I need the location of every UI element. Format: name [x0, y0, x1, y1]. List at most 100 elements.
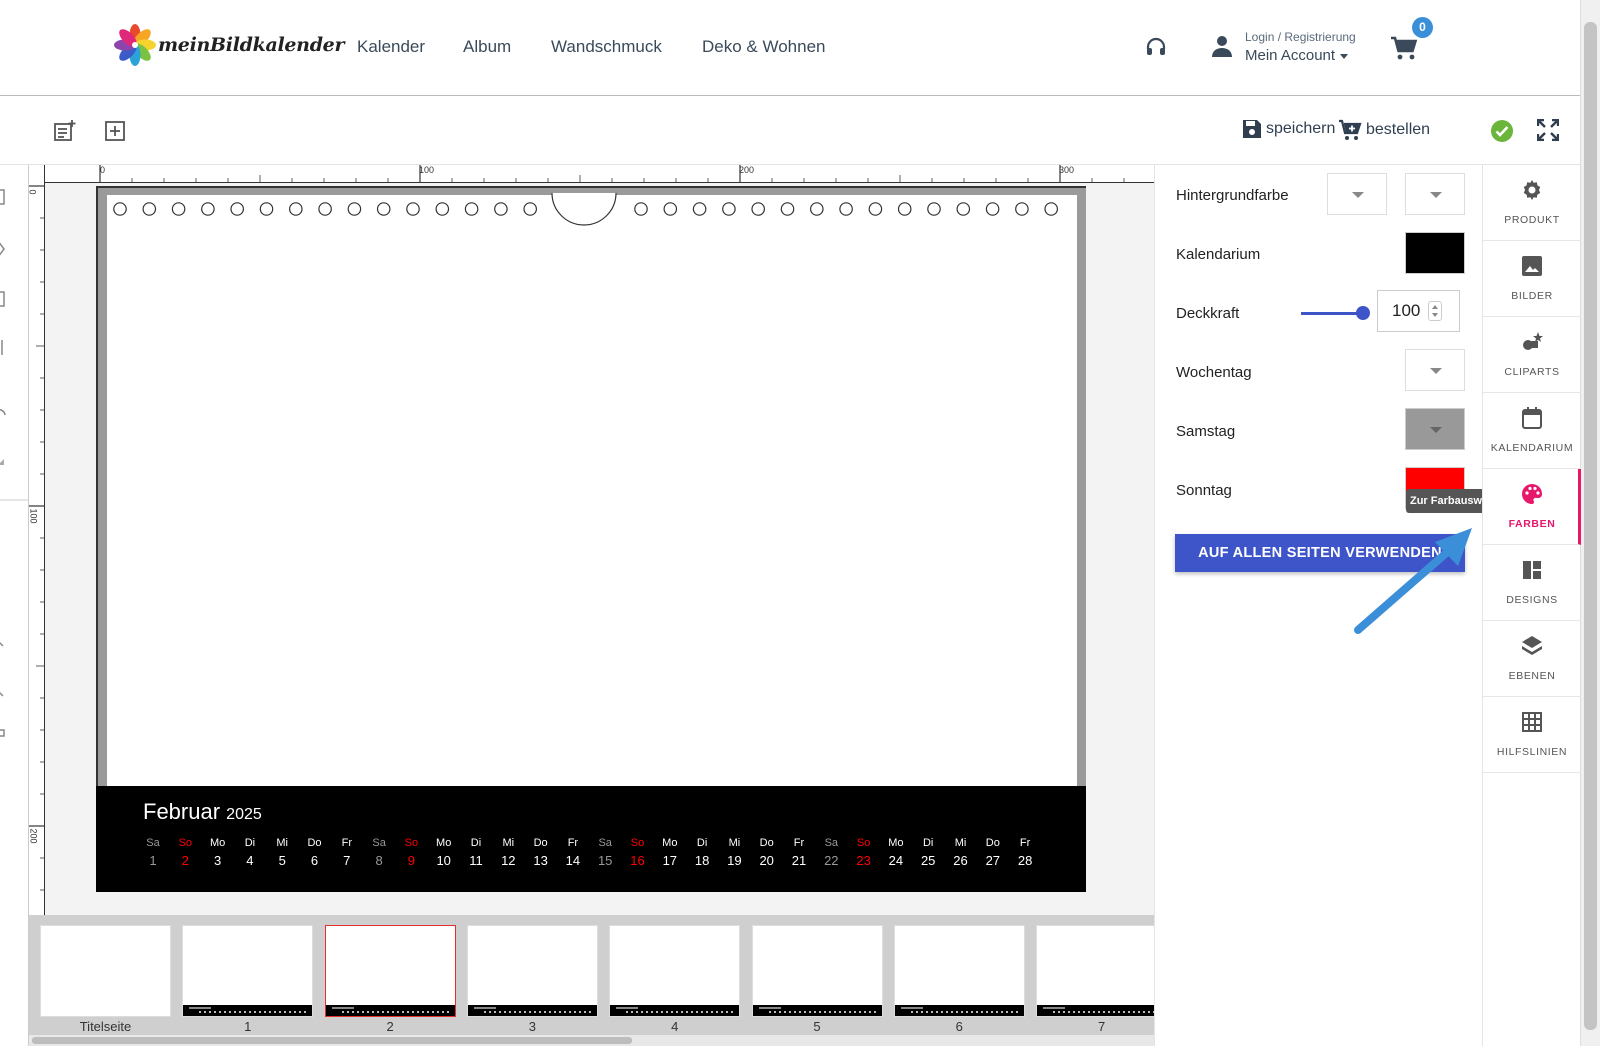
- ruler-left-label: 0: [27, 189, 38, 195]
- ruler-left: 0 100 200: [27, 165, 45, 915]
- page-bleed-right: [1077, 188, 1086, 788]
- login-register-link[interactable]: Login / Registrierung: [1245, 30, 1356, 44]
- sidebar-item-produkt[interactable]: PRODUKT: [1483, 165, 1581, 241]
- label-hintergrundfarbe: Hintergrundfarbe: [1176, 187, 1289, 204]
- calendar-day-column: Fr 14: [558, 834, 588, 870]
- order-button[interactable]: bestellen: [1338, 119, 1430, 141]
- calendar-day-column: Mi 12: [493, 834, 523, 870]
- palette-icon: [1522, 484, 1543, 504]
- calendar-weekday: Sa: [598, 837, 612, 849]
- calendar-weekday: Fr: [567, 837, 579, 849]
- binding-hole: [318, 202, 332, 216]
- cart-count-badge: 0: [1412, 17, 1433, 38]
- calendar-weekday: Do: [759, 837, 774, 849]
- binding-hole: [956, 202, 971, 216]
- page-thumbnail[interactable]: [324, 925, 456, 1017]
- calendar-day-column: So 9: [396, 834, 426, 870]
- designs-icon: [1523, 561, 1541, 579]
- calendar-day: 16: [630, 853, 645, 868]
- binding-hole: [376, 202, 391, 216]
- nav-kalender[interactable]: Kalender: [357, 37, 425, 57]
- sidebar-item-bilder[interactable]: BILDER: [1483, 241, 1581, 317]
- calendar-weekday: Di: [922, 837, 934, 849]
- headset-icon[interactable]: [1144, 35, 1168, 59]
- calendar-day: 4: [246, 853, 254, 868]
- page-thumbnail[interactable]: [893, 925, 1025, 1017]
- calendar-weekday: So: [856, 837, 871, 849]
- page-thumbnail-label: 6: [955, 1019, 963, 1034]
- sidebar-item-ebenen[interactable]: EBENEN: [1483, 621, 1581, 697]
- weekday-color-select[interactable]: [1405, 349, 1465, 391]
- calendar-month: Februar: [143, 799, 221, 824]
- binding-hole: [289, 202, 303, 216]
- binding-hole: [464, 202, 479, 216]
- binding-hole: [1044, 202, 1058, 216]
- binding-hole: [985, 202, 1000, 216]
- binding-hole: [230, 202, 244, 216]
- user-icon: [1212, 36, 1232, 57]
- page-thumbnail[interactable]: [466, 925, 598, 1017]
- opacity-spinner[interactable]: [1428, 301, 1442, 321]
- calendar-weekday: Fr: [793, 837, 805, 849]
- binding-hole: [751, 202, 765, 216]
- calendar-weekday: Do: [985, 837, 1000, 849]
- calendar-day-column: Mo 24: [881, 834, 911, 870]
- sidebar-item-designs[interactable]: DESIGNS: [1483, 545, 1581, 621]
- filmstrip-scrollbar-thumb[interactable]: [32, 1037, 632, 1044]
- calendar-weekday: Mo: [888, 837, 904, 849]
- page-thumbnail[interactable]: [40, 925, 171, 1017]
- page-thumbnail-label: 1: [244, 1019, 252, 1034]
- fullscreen-icon[interactable]: [1537, 119, 1559, 141]
- calendar-day: 12: [501, 853, 516, 868]
- binding-hole: [406, 202, 420, 216]
- calendar-weekday: Sa: [824, 837, 839, 849]
- add-element-icon[interactable]: [103, 119, 127, 143]
- sidebar-item-farben[interactable]: FARBEN: [1483, 469, 1581, 545]
- background-color-select-1[interactable]: [1327, 173, 1387, 215]
- add-text-icon[interactable]: [53, 119, 77, 143]
- calendar-day: 9: [407, 853, 415, 868]
- page-thumbnail[interactable]: [609, 925, 741, 1017]
- calendar-day: 14: [565, 853, 581, 868]
- thumbnail-calendar-band: [1037, 1005, 1167, 1016]
- calendar-weekday: Di: [244, 837, 256, 849]
- page-thumbnail[interactable]: [182, 925, 314, 1017]
- calendar-day: 7: [343, 853, 351, 868]
- page-thumbnail-label: Titelseite: [79, 1019, 132, 1034]
- my-account-dropdown[interactable]: Mein Account: [1245, 47, 1348, 64]
- calendar-day: 22: [824, 853, 839, 868]
- calendar-day-column: Mo 10: [429, 834, 459, 870]
- kalendarium-color-swatch[interactable]: [1405, 232, 1465, 274]
- left-tools-partial: [0, 189, 29, 737]
- calendar-day-column: Di 18: [687, 834, 717, 870]
- nav-wandschmuck[interactable]: Wandschmuck: [551, 37, 662, 57]
- calendar-weekday: Mi: [502, 837, 515, 849]
- binding-hole: [494, 202, 508, 216]
- page-scrollbar-thumb[interactable]: [1584, 22, 1597, 1030]
- page-thumbnail[interactable]: [751, 925, 883, 1017]
- opacity-input[interactable]: 100: [1377, 290, 1460, 332]
- thumbnail-calendar-band: [325, 1005, 455, 1016]
- opacity-slider-handle[interactable]: [1356, 306, 1370, 320]
- sidebar-item-hilfslinien[interactable]: HILFSLINIEN: [1483, 697, 1581, 773]
- filmstrip-scrollbar[interactable]: [29, 1035, 1154, 1046]
- ruler-top-label: 0: [100, 165, 106, 175]
- ruler-top-label: 300: [1059, 165, 1075, 175]
- logo[interactable]: meinBildkalender: [114, 24, 344, 66]
- calendarium-band[interactable]: Februar 2025 Sa 1 So 2 Mo 3 Di 4 Mi 5 Do 6 Fr 7 Sa 8 So 9…: [96, 786, 1086, 892]
- binding-hole: [722, 202, 736, 216]
- nav-album[interactable]: Album: [463, 37, 511, 57]
- saturday-color-swatch[interactable]: [1405, 408, 1465, 450]
- sidebar-item-cliparts[interactable]: CLIPARTS: [1483, 317, 1581, 393]
- save-button[interactable]: speichern: [1242, 119, 1335, 139]
- opacity-value: 100: [1392, 301, 1421, 320]
- check-icon[interactable]: [1490, 119, 1514, 143]
- sidebar-label: DESIGNS: [1506, 594, 1558, 606]
- nav-deko-wohnen[interactable]: Deko & Wohnen: [702, 37, 825, 57]
- page-scrollbar[interactable]: [1580, 0, 1600, 1046]
- page-thumbnail[interactable]: [1036, 925, 1168, 1017]
- sidebar-item-kalendarium[interactable]: KALENDARIUM: [1483, 393, 1581, 469]
- binding-hole: [523, 202, 537, 216]
- cart-icon[interactable]: [1390, 35, 1418, 61]
- background-color-select-2[interactable]: [1405, 173, 1465, 215]
